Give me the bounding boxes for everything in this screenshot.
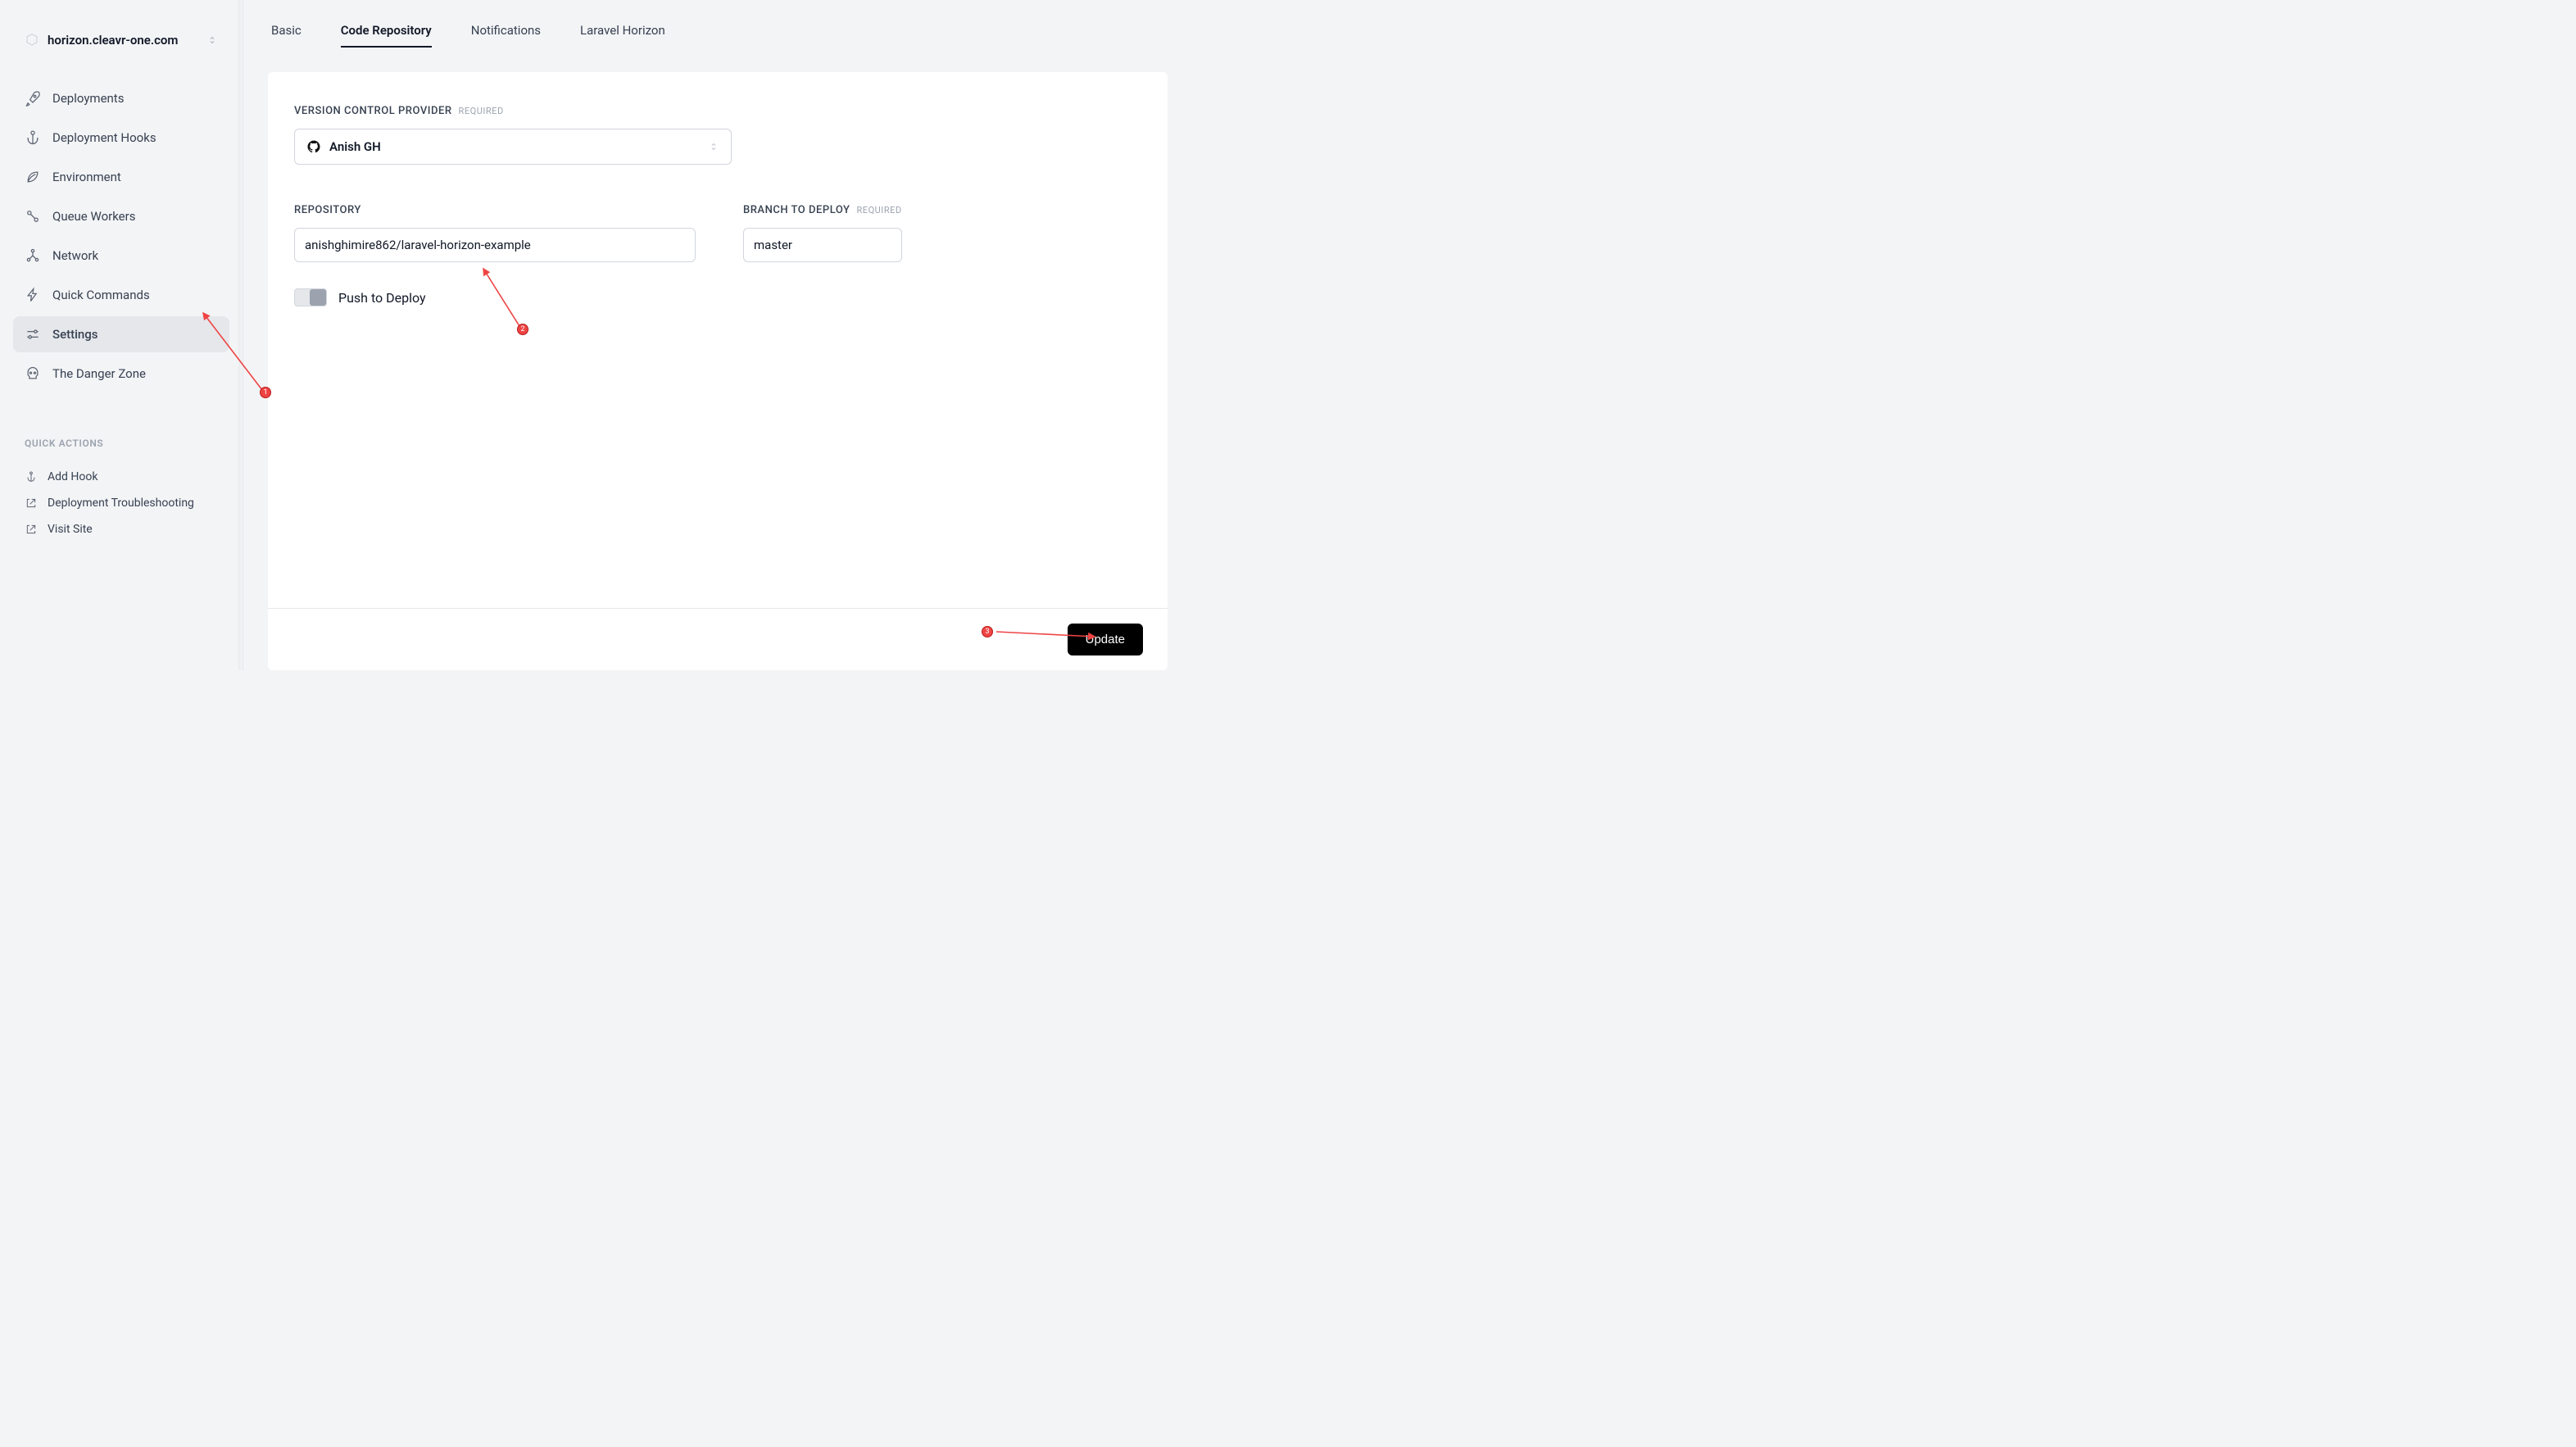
vcp-select[interactable]: Anish GH [294, 129, 732, 165]
sliders-icon [25, 326, 41, 342]
nav-label: Environment [52, 170, 121, 184]
site-name: horizon.cleavr-one.com [48, 33, 198, 48]
push-to-deploy-toggle[interactable] [294, 288, 327, 306]
required-badge: REQUIRED [857, 205, 902, 215]
chevron-updown-icon [708, 141, 719, 152]
annotation-badge-2: 2 [517, 324, 528, 335]
nav-label: Queue Workers [52, 209, 135, 224]
card-footer: Update [268, 608, 1168, 670]
update-button[interactable]: Update [1068, 624, 1143, 655]
quick-actions: QUICK ACTIONS Add Hook Deployment Troubl… [0, 395, 243, 542]
branch-label: BRANCH TO DEPLOY REQUIRED [743, 204, 902, 216]
annotation-badge-1: 1 [260, 387, 271, 398]
annotation-badge-3: 3 [982, 626, 993, 637]
nav-label: Quick Commands [52, 288, 150, 302]
tab-notifications[interactable]: Notifications [471, 23, 541, 48]
nav-label: Network [52, 248, 98, 263]
github-icon [306, 139, 321, 154]
leaf-icon [25, 169, 41, 185]
skull-icon [25, 365, 41, 382]
bolt-icon [25, 287, 41, 303]
nav-item-danger[interactable]: The Danger Zone [13, 356, 229, 392]
tab-code-repository[interactable]: Code Repository [341, 23, 432, 48]
nav-label: Settings [52, 327, 98, 342]
site-selector[interactable]: horizon.cleavr-one.com [0, 25, 243, 67]
nav-item-settings[interactable]: Settings [13, 316, 229, 352]
anchor-small-icon [25, 470, 38, 483]
qa-label: Deployment Troubleshooting [48, 497, 194, 510]
tab-laravel-horizon[interactable]: Laravel Horizon [580, 23, 665, 48]
chevron-updown-icon [206, 34, 218, 46]
settings-card: VERSION CONTROL PROVIDER REQUIRED Anish … [268, 72, 1168, 670]
vcp-label: VERSION CONTROL PROVIDER REQUIRED [294, 105, 1141, 117]
anchor-icon [25, 129, 41, 146]
external-link-icon [25, 523, 38, 536]
main-content: Basic Code Repository Notifications Lara… [243, 0, 1192, 670]
sidebar: horizon.cleavr-one.com Deployments Deplo… [0, 0, 243, 670]
repo-label: REPOSITORY [294, 204, 696, 216]
nav-item-network[interactable]: Network [13, 238, 229, 274]
nav-label: Deployment Hooks [52, 130, 156, 145]
repository-input[interactable] [294, 228, 696, 262]
push-to-deploy-label: Push to Deploy [338, 290, 426, 306]
nav-item-environment[interactable]: Environment [13, 159, 229, 195]
link-icon [25, 208, 41, 225]
rocket-icon [25, 90, 41, 107]
settings-tabs: Basic Code Repository Notifications Lara… [268, 16, 1168, 48]
qa-label: Add Hook [48, 470, 98, 483]
required-badge: REQUIRED [459, 106, 504, 116]
qa-add-hook[interactable]: Add Hook [25, 464, 218, 490]
qa-label: Visit Site [48, 523, 93, 536]
card-body: VERSION CONTROL PROVIDER REQUIRED Anish … [268, 72, 1168, 608]
vcp-value: Anish GH [329, 139, 700, 154]
network-icon [25, 247, 41, 264]
external-link-icon [25, 497, 38, 510]
nav-item-deployments[interactable]: Deployments [13, 80, 229, 116]
main-nav: Deployments Deployment Hooks Environment… [0, 67, 243, 392]
nav-label: The Danger Zone [52, 366, 146, 381]
hex-icon [25, 33, 39, 48]
qa-visit-site[interactable]: Visit Site [25, 516, 218, 542]
nav-label: Deployments [52, 91, 124, 106]
nav-item-hooks[interactable]: Deployment Hooks [13, 120, 229, 156]
qa-troubleshooting[interactable]: Deployment Troubleshooting [25, 490, 218, 516]
nav-item-commands[interactable]: Quick Commands [13, 277, 229, 313]
tab-basic[interactable]: Basic [271, 23, 302, 48]
nav-item-queue[interactable]: Queue Workers [13, 198, 229, 234]
branch-input[interactable] [743, 228, 902, 262]
quick-actions-title: QUICK ACTIONS [25, 438, 218, 449]
